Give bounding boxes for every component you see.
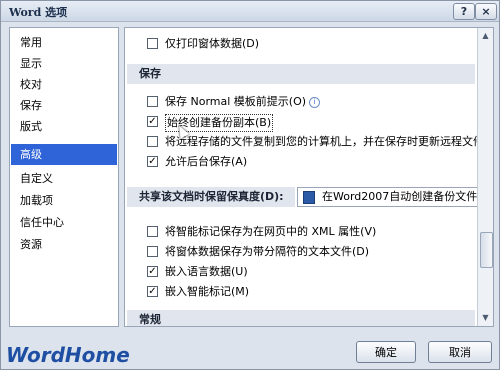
cancel-button[interactable]: 取消 xyxy=(428,341,492,363)
scroll-down-icon[interactable]: ▼ xyxy=(479,311,492,324)
option-label: 嵌入语言数据(U) xyxy=(165,265,248,278)
sidebar-item-layout[interactable]: 版式 xyxy=(11,116,117,137)
checkbox[interactable] xyxy=(147,246,158,257)
sidebar-item-resources[interactable]: 资源 xyxy=(11,234,117,255)
sidebar-item-addins[interactable]: 加载项 xyxy=(11,190,117,211)
option-label: 将窗体数据保存为带分隔符的文本文件(D) xyxy=(165,245,370,258)
checkbox-checked[interactable]: ✓ xyxy=(147,116,158,127)
document-name: 在Word2007自动创建备份文件.do xyxy=(322,190,487,203)
sidebar-item-save[interactable]: 保存 xyxy=(11,95,117,116)
checkbox-checked[interactable]: ✓ xyxy=(147,266,158,277)
info-icon: i xyxy=(309,97,321,108)
option-label: 保存 Normal 模板前提示(O) xyxy=(165,95,307,108)
sidebar-item-display[interactable]: 显示 xyxy=(11,53,117,74)
checkbox-checked[interactable]: ✓ xyxy=(147,156,158,167)
checkbox[interactable] xyxy=(147,38,158,49)
title-bar: Word 选项 ? × xyxy=(1,1,499,22)
scroll-up-icon[interactable]: ▲ xyxy=(479,29,492,42)
word-options-dialog: Word 选项 ? × 常用 显示 校对 保存 版式 高级 自定义 加载项 信任… xyxy=(0,0,500,370)
option-label: 将远程存储的文件复制到您的计算机上，并在保存时更新远程文件(E) xyxy=(165,135,494,148)
dialog-title: Word 选项 xyxy=(9,6,68,19)
sidebar-item-proofing[interactable]: 校对 xyxy=(11,74,117,95)
help-button[interactable]: ? xyxy=(453,3,475,20)
wordhome-watermark: WordHome xyxy=(6,343,130,367)
section-heading-save: 保存 xyxy=(127,64,475,84)
close-button[interactable]: × xyxy=(475,3,497,20)
sidebar-item-common[interactable]: 常用 xyxy=(11,32,117,53)
sidebar-item-trust-center[interactable]: 信任中心 xyxy=(11,212,117,233)
sidebar: 常用 显示 校对 保存 版式 高级 自定义 加载项 信任中心 资源 xyxy=(9,27,119,327)
checkbox[interactable] xyxy=(147,136,158,147)
sidebar-item-customize[interactable]: 自定义 xyxy=(11,168,117,189)
vertical-scrollbar[interactable]: ▲ ▼ xyxy=(477,28,493,326)
checkbox[interactable] xyxy=(147,226,158,237)
checkbox[interactable] xyxy=(147,96,158,107)
ok-button[interactable]: 确定 xyxy=(356,341,416,363)
option-label: 嵌入智能标记(M) xyxy=(165,285,250,298)
options-panel: 仅打印窗体数据(D) 保存 保存 Normal 模板前提示(O) i ✓ 始终创建… xyxy=(124,27,494,327)
checkbox-checked[interactable]: ✓ xyxy=(147,286,158,297)
option-label: 允许后台保存(A) xyxy=(165,155,248,168)
document-select[interactable]: 在Word2007自动创建备份文件.do xyxy=(297,187,487,207)
section-heading-general: 常规 xyxy=(127,310,475,326)
sidebar-item-advanced[interactable]: 高级 xyxy=(11,144,117,165)
section-heading-fidelity: 共享该文档时保留保真度(D): xyxy=(127,187,295,207)
option-label: 仅打印窗体数据(D) xyxy=(165,37,260,50)
scroll-thumb[interactable] xyxy=(480,232,493,268)
word-doc-icon xyxy=(303,191,315,204)
option-label: 将智能标记保存为在网页中的 XML 属性(V) xyxy=(165,225,377,238)
